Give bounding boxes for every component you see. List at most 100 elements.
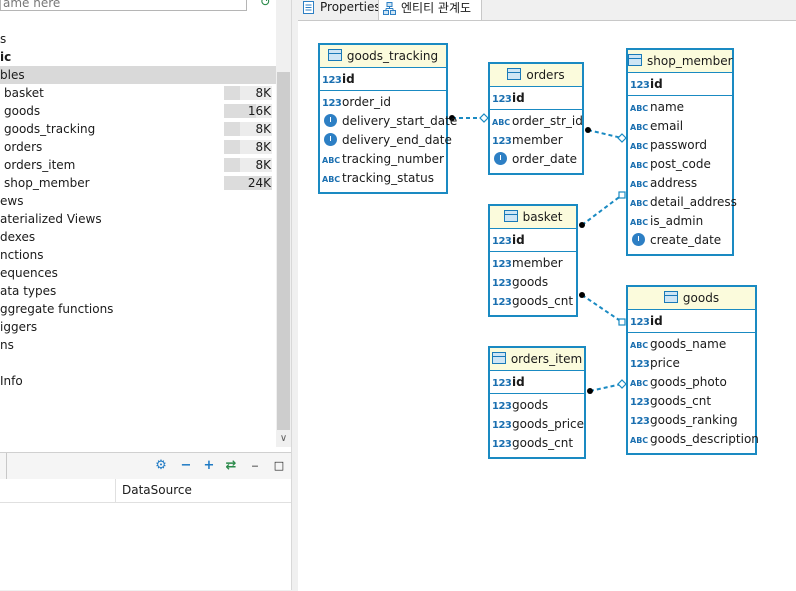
maximize-icon[interactable]: □ — [270, 457, 288, 475]
column-row[interactable]: 123goods — [490, 273, 576, 292]
column-name: goods_ranking — [650, 413, 738, 427]
tree-item-label: goods_tracking — [4, 122, 96, 136]
tree-item[interactable]: nctions — [0, 246, 43, 264]
gear-icon[interactable]: ⚙ — [152, 457, 170, 475]
entity-header[interactable]: basket — [490, 206, 576, 229]
relation-basket-goods — [581, 294, 623, 323]
tree-item[interactable]: goods_tracking 8K — [0, 120, 272, 138]
navigator-panel: ame here ↺ s ic bles basket 8K goods 16K goods_… — [0, 0, 291, 590]
tab-er-diagram[interactable]: 엔티티 관계도 — [378, 0, 482, 20]
column-row[interactable]: ABC address — [628, 174, 732, 193]
tab-properties[interactable]: Properties — [298, 0, 381, 19]
tree-item[interactable]: bles — [0, 66, 276, 84]
primary-key-row[interactable]: 123id — [490, 87, 582, 110]
column-name: goods — [512, 398, 549, 412]
entity-orders-item[interactable]: orders_item 123id 123goods 123goods_price 12… — [488, 346, 586, 459]
tree-item[interactable]: iggers — [0, 318, 37, 336]
tree-item[interactable]: ews — [0, 192, 23, 210]
entity-header[interactable]: orders — [490, 64, 582, 87]
column-row[interactable]: ABC post_code — [628, 155, 732, 174]
column-row[interactable]: ABC name — [628, 98, 732, 117]
entity-header[interactable]: goods_tracking — [320, 45, 446, 68]
tree-item[interactable]: aterialized Views — [0, 210, 102, 228]
column-row[interactable]: ABC email — [628, 117, 732, 136]
datasource-column-header[interactable]: DataSource — [122, 483, 192, 497]
minimize-icon[interactable]: ‒ — [246, 457, 264, 475]
tab-properties-label: Properties — [320, 0, 381, 14]
relation-end-dot — [579, 292, 585, 298]
column-row[interactable]: 123goods_price — [490, 415, 584, 434]
column-row[interactable]: ABC goods_photo — [628, 373, 755, 392]
column-row[interactable]: 123goods_cnt — [490, 292, 576, 311]
primary-key-row[interactable]: 123id — [628, 310, 755, 333]
primary-key-row[interactable]: 123id — [490, 229, 576, 252]
column-row[interactable]: ABC tracking_status — [320, 169, 446, 188]
column-row[interactable]: ABC password — [628, 136, 732, 155]
tree-item[interactable]: ic — [0, 48, 11, 66]
er-diagram-canvas[interactable]: goods_tracking 123id 123order_id delivery_s… — [298, 20, 796, 591]
entity-basket[interactable]: basket 123id 123member 123goods 123goods_cnt — [488, 204, 578, 317]
column-row[interactable]: 123goods — [490, 396, 584, 415]
tree-item-label: equences — [0, 266, 58, 280]
filter-input[interactable]: ame here — [0, 0, 247, 11]
column-row[interactable]: ABC order_str_id — [490, 112, 583, 131]
tree-item[interactable]: orders 8K — [0, 138, 272, 156]
minus-icon[interactable]: − — [177, 457, 195, 475]
primary-key-row[interactable]: 123id — [320, 68, 446, 91]
tree-item[interactable]: Info — [0, 372, 23, 390]
tree-item[interactable]: ata types — [0, 282, 56, 300]
column-row[interactable]: 123member — [490, 131, 582, 150]
column-row[interactable]: 123goods_cnt — [490, 434, 584, 453]
entity-header[interactable]: orders_item — [490, 348, 584, 371]
column-row[interactable]: 123goods_ranking — [628, 411, 755, 430]
scrollbar-thumb[interactable] — [277, 72, 290, 430]
tree-item-label: Info — [0, 374, 23, 388]
column-name: delivery_start_date — [342, 114, 458, 128]
entity-goods[interactable]: goods 123id ABC goods_name 123price ABC goods_… — [626, 285, 759, 455]
column-name: member — [512, 133, 563, 147]
table-size-badge: 16K — [224, 104, 272, 118]
tree-item[interactable]: goods 16K — [0, 102, 272, 120]
column-row[interactable]: 123goods_cnt — [628, 392, 755, 411]
vertical-scrollbar[interactable]: ∨ — [276, 0, 291, 447]
tree-item[interactable]: equences — [0, 264, 58, 282]
entity-header[interactable]: goods — [628, 287, 755, 310]
primary-key-row[interactable]: 123id — [628, 73, 732, 96]
column-name: goods_cnt — [512, 294, 574, 308]
tree-item[interactable]: shop_member 24K — [0, 174, 272, 192]
column-row[interactable]: ABC tracking_number — [320, 150, 446, 169]
column-row[interactable]: 123member — [490, 254, 576, 273]
column-row[interactable]: 123price — [628, 354, 755, 373]
entity-goods-tracking[interactable]: goods_tracking 123id 123order_id delivery_s… — [318, 43, 457, 194]
entity-header[interactable]: shop_member — [628, 50, 733, 73]
tree-item[interactable]: ns — [0, 336, 14, 354]
numeric-key-icon: 123 — [492, 378, 512, 389]
column-name: is_admin — [650, 214, 704, 228]
tree-item[interactable]: ggregate functions — [0, 300, 113, 318]
clock-icon — [324, 114, 337, 127]
plus-icon[interactable]: + — [200, 457, 218, 475]
relation-orders-shop-member — [587, 129, 623, 139]
text-type-icon: ABC — [492, 118, 511, 127]
scroll-down-arrow-icon[interactable]: ∨ — [276, 431, 291, 447]
column-row[interactable]: delivery_start_date — [320, 112, 457, 131]
tree-item[interactable]: orders_item 8K — [0, 156, 272, 174]
entity-title: orders — [526, 68, 565, 82]
entity-orders[interactable]: orders 123id ABC order_str_id 123member order… — [488, 62, 584, 175]
tree-item[interactable]: basket 8K — [0, 84, 272, 102]
column-row[interactable]: ABC goods_name — [628, 335, 755, 354]
column-row[interactable]: order_date — [490, 150, 582, 169]
entity-shop-member[interactable]: shop_member 123id ABC name ABC email ABC passwo… — [626, 48, 737, 256]
column-row[interactable]: create_date — [628, 231, 732, 250]
tree-item[interactable]: s — [0, 30, 6, 48]
primary-key-row[interactable]: 123id — [490, 371, 584, 394]
tree-item[interactable]: dexes — [0, 228, 35, 246]
swap-icon[interactable]: ⇄ — [222, 457, 240, 475]
column-row[interactable]: ABC is_admin — [628, 212, 732, 231]
column-row[interactable]: 123order_id — [320, 93, 446, 112]
column-row[interactable]: delivery_end_date — [320, 131, 452, 150]
filter-settings-icon[interactable]: ↺ — [260, 0, 274, 10]
tree-item-label: dexes — [0, 230, 36, 244]
column-row[interactable]: ABC detail_address — [628, 193, 737, 212]
column-row[interactable]: ABC goods_description — [628, 430, 759, 449]
